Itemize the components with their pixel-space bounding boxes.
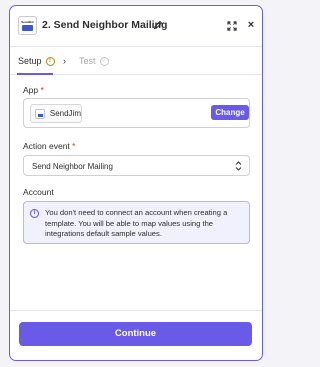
panel-footer: Continue <box>10 310 262 360</box>
app-field: SendJim Change <box>23 98 250 128</box>
expand-icon[interactable] <box>227 21 237 31</box>
logo-text: SendJim <box>21 20 34 24</box>
app-label-text: App <box>23 85 39 95</box>
account-label: Account <box>23 187 54 197</box>
action-event-label: Action event * <box>23 141 75 151</box>
action-event-value: Send Neighbor Mailing <box>32 162 113 171</box>
check-circle-icon: ✓ <box>99 56 109 66</box>
action-event-label-text: Action event <box>23 141 70 151</box>
sendjim-app-icon <box>35 108 45 119</box>
tab-setup[interactable]: Setup ! <box>18 56 55 66</box>
tab-test[interactable]: Test ✓ <box>79 56 109 66</box>
step-tabs: Setup ! › Test ✓ <box>10 46 262 75</box>
continue-button[interactable]: Continue <box>19 322 252 346</box>
app-chip: SendJim <box>30 104 82 123</box>
pencil-icon[interactable] <box>153 20 163 30</box>
account-info-text: You don't need to connect an account whe… <box>45 208 228 238</box>
action-event-select[interactable]: Send Neighbor Mailing <box>23 155 250 176</box>
required-mark: * <box>40 85 44 95</box>
required-mark: * <box>72 141 76 151</box>
tab-setup-label: Setup <box>18 56 42 66</box>
sendjim-logo: SendJim <box>18 16 37 35</box>
step-title[interactable]: 2. Send Neighbor Mailing <box>42 19 167 31</box>
close-icon[interactable]: × <box>246 20 256 31</box>
app-label: App * <box>23 85 44 95</box>
step-panel: SendJim 2. Send Neighbor Mailing × Setup… <box>9 5 263 361</box>
step-header: SendJim 2. Send Neighbor Mailing × <box>10 6 262 46</box>
chevron-right-icon: › <box>63 56 66 66</box>
warning-icon: ! <box>45 56 55 66</box>
info-icon: i <box>30 209 39 218</box>
app-name: SendJim <box>49 109 81 118</box>
chevron-updown-icon <box>235 161 242 171</box>
change-app-button[interactable]: Change <box>211 105 249 120</box>
account-info-box: i You don't need to connect an account w… <box>23 201 250 244</box>
active-tab-indicator <box>17 73 53 75</box>
tab-test-label: Test <box>79 56 96 66</box>
logo-mark <box>22 25 33 31</box>
